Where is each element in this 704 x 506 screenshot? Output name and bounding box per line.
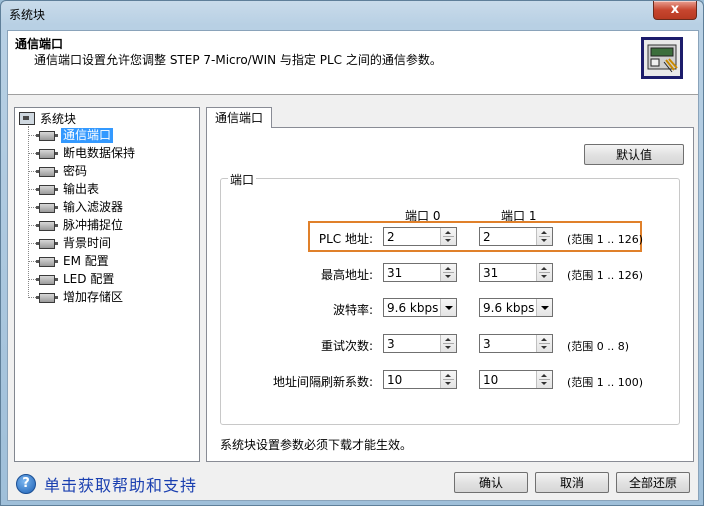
max-address-port0-stepper[interactable]: 31 [383, 263, 457, 282]
tree-item-em-config[interactable]: EM 配置 [28, 253, 111, 270]
title-bar: 系统块 x [1, 1, 703, 23]
module-icon [36, 274, 58, 285]
window-title: 系统块 [9, 8, 46, 22]
comm-port-panel: 默认值 端口 端口 0 端口 1 PLC 地址: 2 2 (范围 1 .. 12… [206, 127, 694, 462]
tree-item-label: EM 配置 [63, 254, 109, 268]
tab-comm-port[interactable]: 通信端口 [206, 107, 272, 128]
tree-item-label: 断电数据保持 [63, 146, 136, 160]
spin-arrows[interactable] [536, 335, 552, 352]
spin-value: 3 [387, 337, 395, 351]
plc-address-port0-stepper[interactable]: 2 [383, 227, 457, 246]
max-address-range: (范围 1 .. 126) [567, 269, 644, 282]
spin-arrows[interactable] [440, 228, 456, 245]
spin-arrows[interactable] [440, 335, 456, 352]
retry-count-port0-stepper[interactable]: 3 [383, 334, 457, 353]
header-banner: 通信端口 通信端口设置允许您调整 STEP 7-Micro/WIN 与指定 PL… [8, 31, 698, 95]
tree-item-label: 输入滤波器 [63, 200, 124, 214]
max-address-label: 最高地址: [320, 268, 373, 282]
module-icon [36, 256, 58, 267]
baud-rate-label: 波特率: [332, 303, 373, 317]
system-block-dialog: 系统块 x 通信端口 通信端口设置允许您调整 STEP 7-Micro/WIN … [0, 0, 704, 506]
ok-button[interactable]: 确认 [454, 472, 528, 493]
tree-item-led-config[interactable]: LED 配置 [28, 271, 116, 288]
spin-arrows[interactable] [536, 264, 552, 281]
tree-item-label: 密码 [63, 164, 88, 178]
default-values-button[interactable]: 默认值 [584, 144, 684, 165]
help-link[interactable]: ? 单击获取帮助和支持 [16, 472, 197, 496]
tree-connector [28, 126, 29, 298]
cancel-button[interactable]: 取消 [535, 472, 609, 493]
tree-item-password[interactable]: 密码 [28, 163, 89, 180]
module-icon [36, 202, 58, 213]
plc-address-port1-stepper[interactable]: 2 [479, 227, 553, 246]
tree-item-comm-port[interactable]: 通信端口 [28, 127, 114, 144]
close-button[interactable]: x [653, 1, 697, 20]
module-icon [36, 184, 58, 195]
select-value: 9.6 kbps [483, 301, 535, 315]
gap-factor-port0-stepper[interactable]: 10 [383, 370, 457, 389]
port-group: 端口 端口 0 端口 1 PLC 地址: 2 2 (范围 1 .. 126) 最… [220, 171, 680, 425]
gap-factor-label: 地址间隔刷新系数: [272, 375, 373, 389]
retry-count-port1-stepper[interactable]: 3 [479, 334, 553, 353]
baud-rate-port1-select[interactable]: 9.6 kbps [479, 298, 553, 317]
tree-root-label: 系统块 [40, 112, 77, 126]
tree-root-system-block[interactable]: 系统块 [19, 110, 76, 127]
module-icon [36, 238, 58, 249]
retry-count-label: 重试次数: [320, 339, 373, 353]
spin-arrows[interactable] [440, 371, 456, 388]
restore-all-button[interactable]: 全部还原 [616, 472, 690, 493]
download-note: 系统块设置参数必须下载才能生效。 [220, 438, 413, 452]
gap-factor-port1-stepper[interactable]: 10 [479, 370, 553, 389]
plc-address-range: (范围 1 .. 126) [567, 233, 644, 246]
tree-item-label: 输出表 [63, 182, 100, 196]
tree-item-label: LED 配置 [63, 272, 115, 286]
header-title: 通信端口 [15, 37, 64, 51]
baud-rate-port0-select[interactable]: 9.6 kbps [383, 298, 457, 317]
tree-item-background-time[interactable]: 背景时间 [28, 235, 113, 252]
tree-item-output-table[interactable]: 输出表 [28, 181, 101, 198]
communication-port-icon [641, 37, 683, 79]
spin-value: 31 [483, 266, 499, 280]
chevron-down-icon[interactable] [440, 299, 456, 316]
module-icon [36, 220, 58, 231]
settings-tree: 系统块 通信端口 断电数据保持 密码 输出表 输入滤波器 脉冲捕捉位 背景时间 … [14, 107, 200, 462]
tree-item-label: 增加存储区 [63, 290, 124, 304]
spin-value: 31 [387, 266, 403, 280]
tree-item-input-filter[interactable]: 输入滤波器 [28, 199, 125, 216]
module-icon [36, 130, 58, 141]
tree-item-label: 通信端口 [61, 128, 114, 143]
spin-value: 10 [387, 373, 403, 387]
spin-value: 3 [483, 337, 491, 351]
plc-address-label: PLC 地址: [318, 232, 373, 246]
retry-count-range: (范围 0 .. 8) [567, 340, 630, 353]
tree-item-label: 脉冲捕捉位 [63, 218, 124, 232]
dialog-client: 通信端口 通信端口设置允许您调整 STEP 7-Micro/WIN 与指定 PL… [7, 30, 699, 501]
spin-value: 10 [483, 373, 499, 387]
spin-arrows[interactable] [536, 371, 552, 388]
header-description: 通信端口设置允许您调整 STEP 7-Micro/WIN 与指定 PLC 之间的… [34, 53, 442, 67]
tree-item-pulse-catch[interactable]: 脉冲捕捉位 [28, 217, 125, 234]
tree-item-extra-memory[interactable]: 增加存储区 [28, 289, 125, 306]
gap-factor-range: (范围 1 .. 100) [567, 376, 644, 389]
help-link-text: 单击获取帮助和支持 [44, 476, 198, 495]
spin-arrows[interactable] [440, 264, 456, 281]
tree-item-label: 背景时间 [63, 236, 112, 250]
spin-value: 2 [483, 230, 491, 244]
select-value: 9.6 kbps [387, 301, 439, 315]
port-group-title: 端口 [228, 171, 257, 188]
module-icon [36, 166, 58, 177]
spin-value: 2 [387, 230, 395, 244]
tree-item-retentive[interactable]: 断电数据保持 [28, 145, 137, 162]
chevron-down-icon[interactable] [536, 299, 552, 316]
max-address-port1-stepper[interactable]: 31 [479, 263, 553, 282]
module-icon [36, 148, 58, 159]
help-icon: ? [16, 474, 36, 494]
module-icon [36, 292, 58, 303]
system-block-icon [19, 112, 35, 125]
spin-arrows[interactable] [536, 228, 552, 245]
